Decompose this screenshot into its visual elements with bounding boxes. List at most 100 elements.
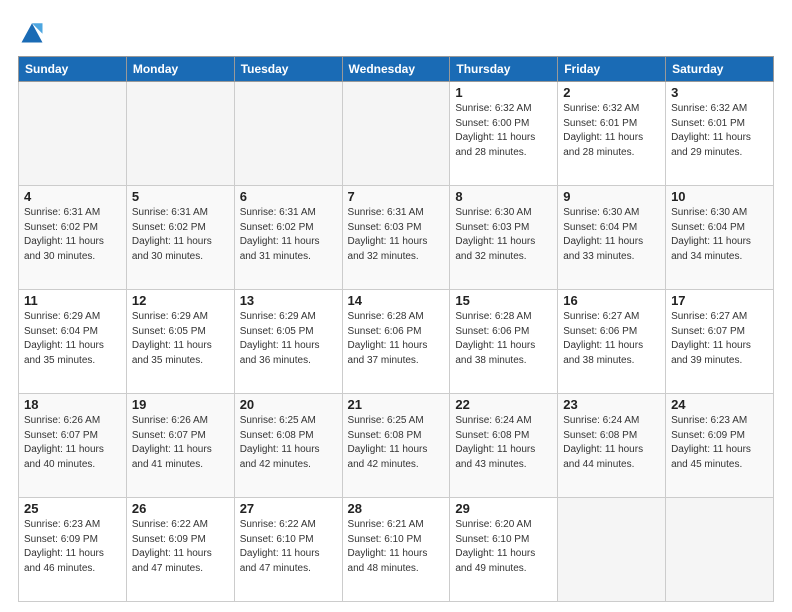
day-info: Sunrise: 6:29 AM Sunset: 6:05 PM Dayligh… <box>240 310 337 368</box>
calendar-header-row: SundayMondayTuesdayWednesdayThursdayFrid… <box>19 57 774 82</box>
day-number: 2 <box>563 85 660 100</box>
day-info: Sunrise: 6:26 AM Sunset: 6:07 PM Dayligh… <box>132 414 229 472</box>
day-number: 28 <box>348 501 445 516</box>
day-info: Sunrise: 6:25 AM Sunset: 6:08 PM Dayligh… <box>348 414 445 472</box>
day-number: 24 <box>671 397 768 412</box>
day-info: Sunrise: 6:27 AM Sunset: 6:06 PM Dayligh… <box>563 310 660 368</box>
calendar-cell: 29 Sunrise: 6:20 AM Sunset: 6:10 PM Dayli… <box>450 498 558 602</box>
day-number: 12 <box>132 293 229 308</box>
day-info: Sunrise: 6:32 AM Sunset: 6:00 PM Dayligh… <box>455 102 552 160</box>
day-info: Sunrise: 6:26 AM Sunset: 6:07 PM Dayligh… <box>24 414 121 472</box>
calendar-cell: 6Sunrise: 6:31 AM Sunset: 6:02 PM Daylig… <box>234 186 342 290</box>
day-number: 14 <box>348 293 445 308</box>
calendar-cell: 27 Sunrise: 6:22 AM Sunset: 6:10 PM Dayli… <box>234 498 342 602</box>
day-number: 19 <box>132 397 229 412</box>
calendar-cell <box>342 82 450 186</box>
calendar-cell <box>558 498 666 602</box>
day-info: Sunrise: 6:25 AM Sunset: 6:08 PM Dayligh… <box>240 414 337 472</box>
day-info: Sunrise: 6:27 AM Sunset: 6:07 PM Dayligh… <box>671 310 768 368</box>
calendar-cell: 10 Sunrise: 6:30 AM Sunset: 6:04 PM Dayli… <box>666 186 774 290</box>
calendar-cell: 25Sunrise: 6:23 AM Sunset: 6:09 PM Dayli… <box>19 498 127 602</box>
calendar-week-row: 4 Sunrise: 6:31 AM Sunset: 6:02 PM Daylig… <box>19 186 774 290</box>
day-number: 9 <box>563 189 660 204</box>
calendar-cell: 22 Sunrise: 6:24 AM Sunset: 6:08 PM Dayli… <box>450 394 558 498</box>
calendar-week-row: 18 Sunrise: 6:26 AM Sunset: 6:07 PM Dayli… <box>19 394 774 498</box>
calendar-cell: 4 Sunrise: 6:31 AM Sunset: 6:02 PM Daylig… <box>19 186 127 290</box>
calendar-cell: 9 Sunrise: 6:30 AM Sunset: 6:04 PM Daylig… <box>558 186 666 290</box>
day-number: 17 <box>671 293 768 308</box>
day-of-week-header: Thursday <box>450 57 558 82</box>
calendar-cell: 18 Sunrise: 6:26 AM Sunset: 6:07 PM Dayli… <box>19 394 127 498</box>
calendar-cell: 13 Sunrise: 6:29 AM Sunset: 6:05 PM Dayli… <box>234 290 342 394</box>
calendar-cell: 23 Sunrise: 6:24 AM Sunset: 6:08 PM Dayli… <box>558 394 666 498</box>
day-info: Sunrise: 6:21 AM Sunset: 6:10 PM Dayligh… <box>348 518 445 576</box>
page: SundayMondayTuesdayWednesdayThursdayFrid… <box>0 0 792 612</box>
day-info: Sunrise: 6:23 AM Sunset: 6:09 PM Dayligh… <box>24 518 121 576</box>
day-number: 8 <box>455 189 552 204</box>
day-number: 13 <box>240 293 337 308</box>
day-of-week-header: Saturday <box>666 57 774 82</box>
day-number: 29 <box>455 501 552 516</box>
day-number: 15 <box>455 293 552 308</box>
calendar-cell <box>234 82 342 186</box>
day-info: Sunrise: 6:30 AM Sunset: 6:04 PM Dayligh… <box>563 206 660 264</box>
calendar-cell: 28 Sunrise: 6:21 AM Sunset: 6:10 PM Dayli… <box>342 498 450 602</box>
calendar-cell: 26 Sunrise: 6:22 AM Sunset: 6:09 PM Dayli… <box>126 498 234 602</box>
day-info: Sunrise: 6:22 AM Sunset: 6:09 PM Dayligh… <box>132 518 229 576</box>
calendar-cell: 5 Sunrise: 6:31 AM Sunset: 6:02 PM Daylig… <box>126 186 234 290</box>
day-of-week-header: Friday <box>558 57 666 82</box>
day-number: 23 <box>563 397 660 412</box>
day-number: 21 <box>348 397 445 412</box>
header <box>18 18 774 46</box>
calendar-cell: 14 Sunrise: 6:28 AM Sunset: 6:06 PM Dayli… <box>342 290 450 394</box>
calendar-cell: 15 Sunrise: 6:28 AM Sunset: 6:06 PM Dayli… <box>450 290 558 394</box>
calendar-cell: 11Sunrise: 6:29 AM Sunset: 6:04 PM Dayli… <box>19 290 127 394</box>
day-number: 7 <box>348 189 445 204</box>
calendar-cell: 1 Sunrise: 6:32 AM Sunset: 6:00 PM Daylig… <box>450 82 558 186</box>
day-number: 22 <box>455 397 552 412</box>
calendar: SundayMondayTuesdayWednesdayThursdayFrid… <box>18 56 774 602</box>
calendar-cell: 21 Sunrise: 6:25 AM Sunset: 6:08 PM Dayli… <box>342 394 450 498</box>
day-info: Sunrise: 6:29 AM Sunset: 6:05 PM Dayligh… <box>132 310 229 368</box>
day-info: Sunrise: 6:32 AM Sunset: 6:01 PM Dayligh… <box>671 102 768 160</box>
day-of-week-header: Wednesday <box>342 57 450 82</box>
day-info: Sunrise: 6:28 AM Sunset: 6:06 PM Dayligh… <box>348 310 445 368</box>
day-number: 27 <box>240 501 337 516</box>
day-number: 16 <box>563 293 660 308</box>
day-info: Sunrise: 6:31 AM Sunset: 6:02 PM Dayligh… <box>24 206 121 264</box>
calendar-week-row: 25Sunrise: 6:23 AM Sunset: 6:09 PM Dayli… <box>19 498 774 602</box>
calendar-cell <box>666 498 774 602</box>
day-number: 6 <box>240 189 337 204</box>
day-of-week-header: Monday <box>126 57 234 82</box>
day-info: Sunrise: 6:29 AM Sunset: 6:04 PM Dayligh… <box>24 310 121 368</box>
calendar-cell: 7 Sunrise: 6:31 AM Sunset: 6:03 PM Daylig… <box>342 186 450 290</box>
calendar-cell: 8Sunrise: 6:30 AM Sunset: 6:03 PM Daylig… <box>450 186 558 290</box>
day-info: Sunrise: 6:31 AM Sunset: 6:03 PM Dayligh… <box>348 206 445 264</box>
day-info: Sunrise: 6:32 AM Sunset: 6:01 PM Dayligh… <box>563 102 660 160</box>
day-info: Sunrise: 6:31 AM Sunset: 6:02 PM Dayligh… <box>132 206 229 264</box>
day-number: 4 <box>24 189 121 204</box>
logo-icon <box>18 18 46 46</box>
day-info: Sunrise: 6:20 AM Sunset: 6:10 PM Dayligh… <box>455 518 552 576</box>
day-number: 20 <box>240 397 337 412</box>
calendar-week-row: 11Sunrise: 6:29 AM Sunset: 6:04 PM Dayli… <box>19 290 774 394</box>
day-number: 18 <box>24 397 121 412</box>
day-info: Sunrise: 6:30 AM Sunset: 6:04 PM Dayligh… <box>671 206 768 264</box>
day-number: 1 <box>455 85 552 100</box>
day-info: Sunrise: 6:28 AM Sunset: 6:06 PM Dayligh… <box>455 310 552 368</box>
calendar-cell: 16 Sunrise: 6:27 AM Sunset: 6:06 PM Dayli… <box>558 290 666 394</box>
day-of-week-header: Tuesday <box>234 57 342 82</box>
calendar-cell: 20 Sunrise: 6:25 AM Sunset: 6:08 PM Dayli… <box>234 394 342 498</box>
calendar-cell <box>19 82 127 186</box>
day-number: 3 <box>671 85 768 100</box>
calendar-cell: 24 Sunrise: 6:23 AM Sunset: 6:09 PM Dayli… <box>666 394 774 498</box>
day-info: Sunrise: 6:24 AM Sunset: 6:08 PM Dayligh… <box>455 414 552 472</box>
day-number: 26 <box>132 501 229 516</box>
day-info: Sunrise: 6:22 AM Sunset: 6:10 PM Dayligh… <box>240 518 337 576</box>
day-number: 5 <box>132 189 229 204</box>
day-info: Sunrise: 6:24 AM Sunset: 6:08 PM Dayligh… <box>563 414 660 472</box>
day-info: Sunrise: 6:23 AM Sunset: 6:09 PM Dayligh… <box>671 414 768 472</box>
calendar-cell <box>126 82 234 186</box>
day-number: 10 <box>671 189 768 204</box>
calendar-cell: 19 Sunrise: 6:26 AM Sunset: 6:07 PM Dayli… <box>126 394 234 498</box>
